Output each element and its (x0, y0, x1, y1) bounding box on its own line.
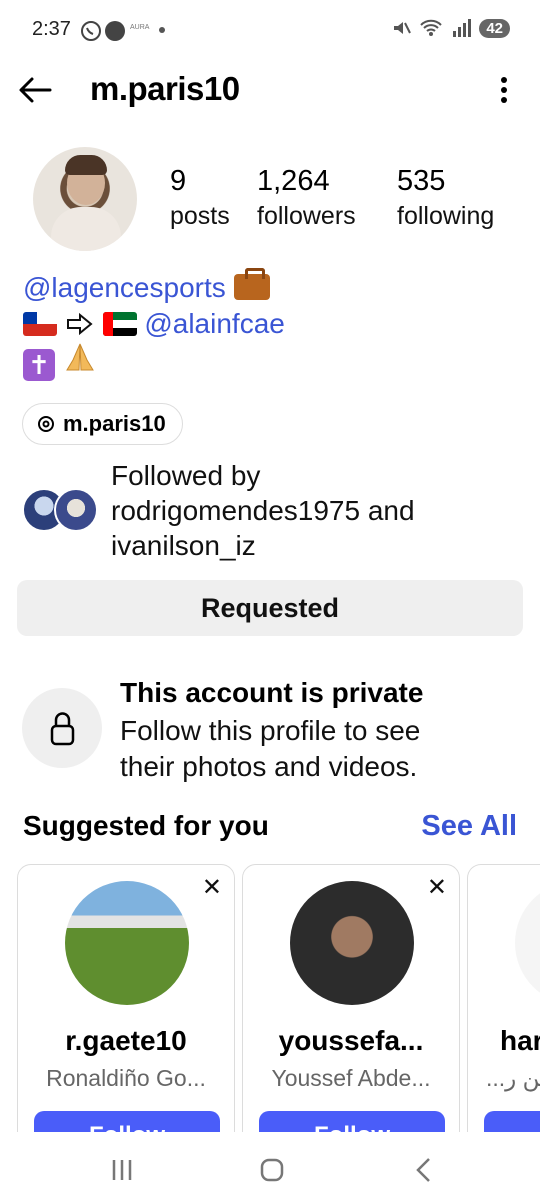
app-notification-icon (105, 21, 125, 41)
threads-profile-link[interactable]: m.paris10 (22, 403, 183, 445)
bio-link-alainfcae[interactable]: @alainfcae (144, 308, 285, 339)
threads-handle: m.paris10 (63, 411, 166, 436)
lock-icon (50, 712, 75, 746)
stat-followers[interactable]: 1,264 followers (257, 164, 356, 234)
private-subtitle: Follow this profile to see their photos … (120, 713, 500, 785)
suggested-username: r.gaete10 (65, 1025, 187, 1056)
followed-by-text: Followed by rodrigomendes1975 and ivanil… (111, 458, 415, 563)
wifi-icon (420, 19, 443, 36)
recent-apps-icon[interactable] (102, 1154, 142, 1186)
following-count: 535 (397, 165, 446, 197)
briefcase-emoji-icon (233, 268, 270, 300)
suggested-card[interactable]: ✕ r.gaete10 Ronaldiño Go... Follow (17, 864, 235, 1154)
followers-count: 1,264 (257, 165, 330, 197)
whatsapp-icon (81, 21, 101, 41)
requested-button[interactable]: Requested (17, 580, 523, 636)
bio-link-lagencesports[interactable]: @lagencesports (23, 272, 226, 303)
bio-line-2: @alainfcae (23, 306, 285, 342)
suggested-heading: Suggested for you (23, 810, 269, 841)
private-subtitle-line-2: their photos and videos. (120, 751, 418, 782)
posts-label: posts (170, 202, 230, 230)
signal-icon (453, 19, 472, 37)
profile-avatar[interactable] (33, 147, 137, 251)
profile-bio: @lagencesports @alainfcae ✝ (23, 268, 285, 381)
bio-line-3: ✝ (23, 342, 285, 381)
chile-flag-icon (23, 312, 57, 336)
suggested-username: har (500, 1025, 540, 1056)
uae-flag-icon (102, 312, 137, 336)
status-bar: 2:37 AURA 42 (0, 0, 540, 60)
system-back-icon[interactable] (404, 1154, 444, 1186)
page-title: m.paris10 (90, 70, 240, 107)
suggested-card[interactable]: ✕ youssefa... Youssef Abde... Follow (242, 864, 460, 1154)
status-time: 2:37 (32, 18, 71, 40)
private-account-notice: This account is private Follow this prof… (22, 675, 522, 785)
followed-by-line-3: ivanilson_iz (111, 530, 256, 561)
private-subtitle-line-1: Follow this profile to see (120, 715, 421, 746)
suggested-fullname: Ronaldiño Go... (46, 1065, 206, 1091)
suggested-avatar[interactable] (515, 881, 540, 1005)
mutual-avatar-2 (54, 488, 98, 532)
posts-count: 9 (170, 165, 187, 197)
followed-by-line-1: Followed by (111, 460, 261, 491)
more-options-icon[interactable] (498, 74, 510, 106)
bio-line-1: @lagencesports (23, 268, 285, 306)
dismiss-icon[interactable]: ✕ (427, 873, 447, 902)
suggested-fullname: ...بن ر (486, 1065, 540, 1091)
see-all-link[interactable]: See All (421, 810, 517, 843)
mute-icon (394, 22, 412, 34)
praying-hands-emoji-icon (65, 343, 94, 371)
lock-badge (22, 688, 102, 768)
battery-indicator: 42 (479, 18, 510, 38)
profile-header: m.paris10 (0, 60, 540, 120)
right-arrow-emoji-icon (66, 312, 93, 336)
suggested-fullname: Youssef Abde... (271, 1065, 431, 1091)
suggested-avatar[interactable] (290, 881, 414, 1005)
status-right: 42 (391, 18, 510, 38)
latin-cross-emoji-icon: ✝ (23, 349, 55, 381)
threads-icon (38, 416, 54, 432)
private-title: This account is private (120, 677, 424, 708)
followed-by-line-2: rodrigomendes1975 and (111, 495, 415, 526)
dot-icon (159, 27, 165, 33)
system-nav-bar (0, 1140, 540, 1200)
suggested-avatar[interactable] (65, 881, 189, 1005)
suggested-card[interactable]: har ...بن ر Follow (467, 864, 540, 1154)
home-icon[interactable] (252, 1154, 292, 1186)
stat-following[interactable]: 535 following (397, 164, 494, 234)
back-arrow-icon[interactable] (16, 70, 56, 110)
suggested-username: youssefa... (278, 1025, 424, 1056)
dismiss-icon[interactable]: ✕ (202, 873, 222, 902)
followed-by[interactable]: Followed by rodrigomendes1975 and ivanil… (22, 458, 522, 562)
following-label: following (397, 202, 495, 230)
followers-label: followers (257, 202, 356, 230)
aura-icon: AURA (130, 24, 150, 31)
stat-posts[interactable]: 9 posts (170, 164, 230, 234)
